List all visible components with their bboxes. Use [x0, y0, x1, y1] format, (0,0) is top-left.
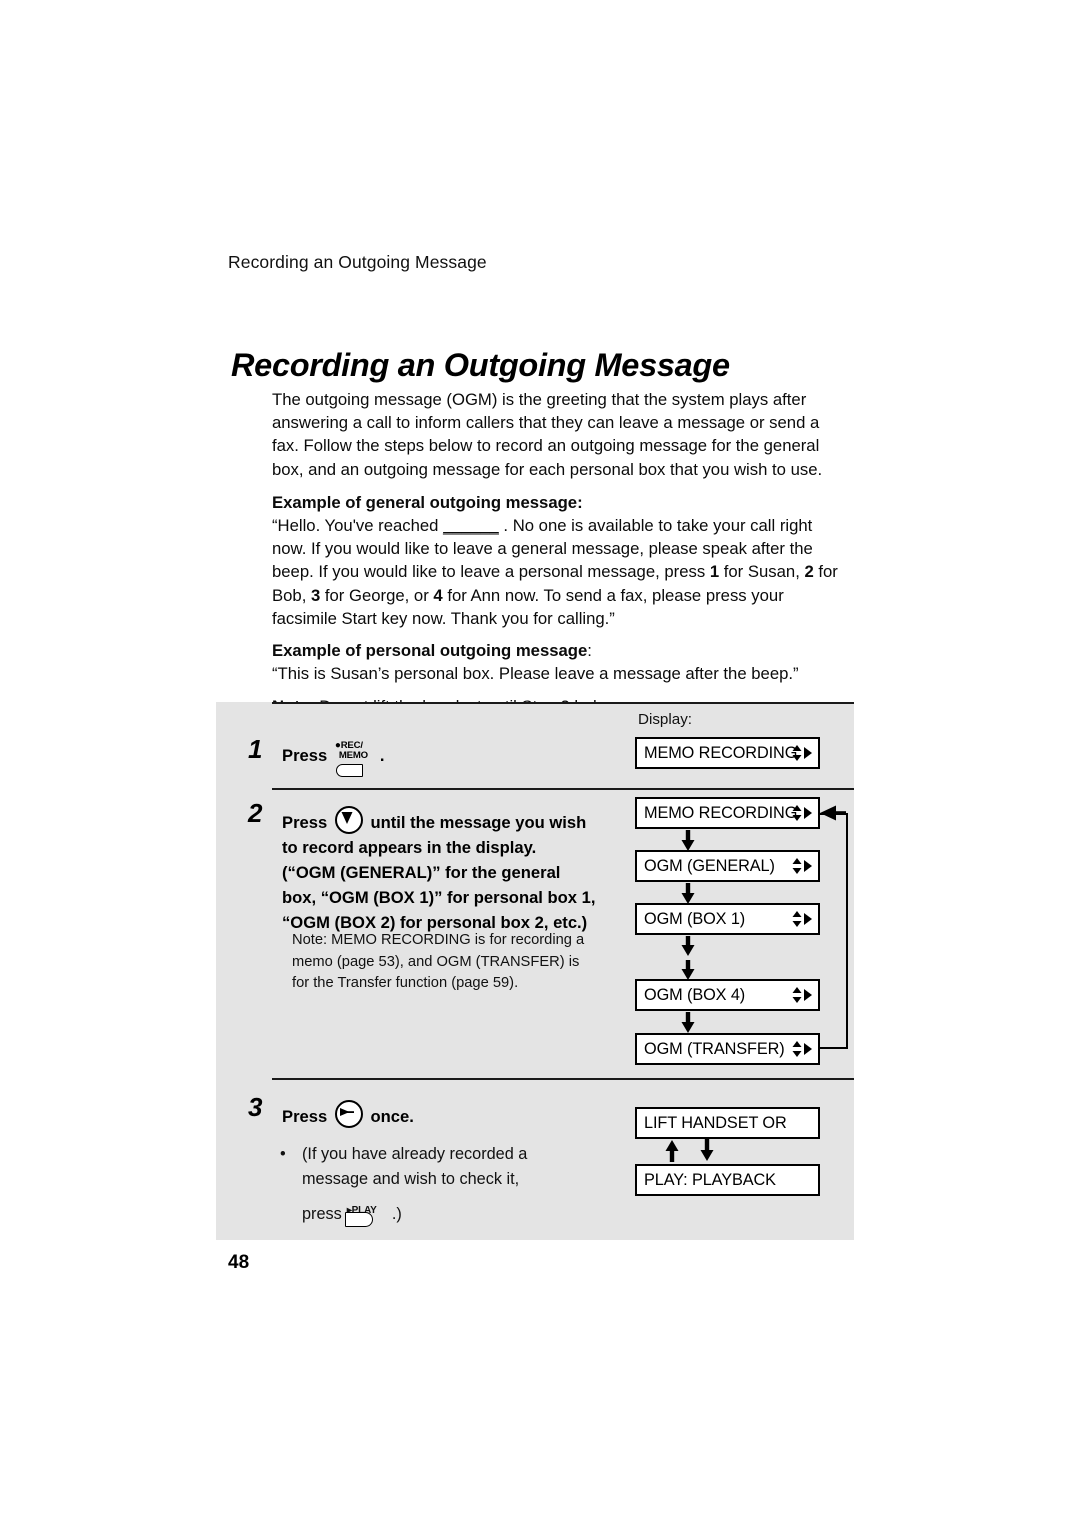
manual-page: Recording an Outgoing Message Recording …	[0, 0, 1080, 1528]
step-3-press-word: press	[302, 1205, 342, 1223]
flow-arrow-down-playback	[699, 1139, 715, 1161]
updown-right-indicator-icon	[791, 743, 813, 763]
gex-t3: for Susan,	[719, 562, 805, 582]
step-3-bullet-block: • (If you have already recorded a messag…	[280, 1142, 580, 1233]
step-3-bullet-line2: message and wish to check it,	[302, 1170, 520, 1188]
gex-key-2: 2	[804, 562, 814, 582]
gex-key-4: 4	[433, 585, 443, 605]
updown-right-indicator-icon	[791, 803, 813, 823]
display-chain-ogm-general: OGM (GENERAL)	[635, 850, 820, 882]
step-2-line3: (“OGM (GENERAL)” for the general	[282, 863, 561, 882]
rec-memo-key-shape	[335, 764, 363, 777]
personal-example-text: “This is Susan’s personal box. Please le…	[272, 664, 799, 684]
panel-divider-top	[272, 702, 854, 704]
display-lift-handset: LIFT HANDSET OR	[635, 1107, 820, 1139]
page-title: Recording an Outgoing Message	[231, 346, 730, 383]
general-example-text: “Hello. You've reached ______ . No one i…	[272, 514, 850, 630]
step-3-press-label: Press	[282, 1107, 328, 1126]
updown-right-indicator-icon	[791, 909, 813, 929]
display-chain-ogm-transfer: OGM (TRANSFER)	[635, 1033, 820, 1065]
flow-arrow-down-4	[680, 1012, 696, 1034]
intro-paragraph: The outgoing message (OGM) is the greeti…	[272, 390, 823, 479]
updown-right-indicator-icon	[791, 1039, 813, 1059]
step-1-trailing: .	[379, 746, 385, 765]
flow-arrow-up-playback	[664, 1139, 680, 1162]
gex-blank: ______	[443, 516, 499, 536]
body-copy: The outgoing message (OGM) is the greeti…	[272, 388, 850, 719]
display-chain-ogm-box1: OGM (BOX 1)	[635, 903, 820, 935]
rec-memo-key-label: ●REC/MEMO	[335, 740, 368, 762]
display-text: OGM (BOX 1)	[644, 909, 746, 928]
gex-t1: “Hello. You've reached	[272, 516, 444, 536]
procedure-panel: 1 Press ●REC/MEMO . 2 Press until the me…	[216, 702, 854, 1240]
display-play-playback: PLAY: PLAYBACK	[635, 1164, 820, 1196]
flow-arrow-down-2	[680, 883, 696, 905]
general-example-heading: Example of general outgoing message:	[272, 492, 583, 512]
flow-arrow-down-3a	[680, 936, 696, 958]
panel-divider-step1-step2	[272, 788, 854, 790]
step-2-note-line2: memo (page 53), and OGM (TRANSFER) is	[292, 953, 580, 970]
step-2-note-line3: for the Transfer function (page 59).	[292, 975, 519, 991]
step-2-number: 2	[248, 798, 263, 828]
step-1-text: Press ●REC/MEMO .	[282, 740, 385, 777]
step-3-text: Press once.	[282, 1100, 414, 1129]
step-1-press-label: Press	[282, 746, 328, 765]
play-key-icon[interactable]: ▸PLAY	[343, 1201, 391, 1233]
personal-example-heading: Example of personal outgoing message:	[272, 639, 850, 662]
gex-key-1: 1	[709, 562, 720, 582]
step-2-note: Note: MEMO RECORDING is for recording a …	[292, 930, 622, 995]
bullet-point-icon: •	[280, 1145, 286, 1163]
loop-connector-line	[820, 813, 848, 1049]
updown-right-indicator-icon	[791, 985, 813, 1005]
gex-key-3: 3	[310, 585, 321, 605]
display-text: OGM (TRANSFER)	[644, 1039, 785, 1058]
display-text: LIFT HANDSET OR	[644, 1113, 787, 1132]
display-text: MEMO RECORDING	[644, 803, 798, 822]
panel-divider-step2-step3	[272, 1078, 854, 1080]
display-chain-ogm-box4: OGM (BOX 4)	[635, 979, 820, 1011]
start-right-arrow-key-icon[interactable]	[334, 1100, 363, 1128]
step-2-press-label: Press	[282, 813, 328, 832]
step-2-line2: to record appears in the display.	[282, 838, 537, 857]
display-text: PLAY: PLAYBACK	[644, 1170, 776, 1189]
step-3-tail: once.	[370, 1107, 414, 1126]
pex-heading-colon: :	[587, 641, 592, 661]
display-text: OGM (GENERAL)	[644, 856, 775, 875]
display-text: OGM (BOX 4)	[644, 985, 746, 1004]
updown-right-indicator-icon	[791, 856, 813, 876]
step-2-line1-tail: until the message you wish	[370, 813, 587, 832]
play-key-shape	[344, 1212, 373, 1227]
running-header: Recording an Outgoing Message	[228, 252, 487, 272]
display-chain-memo-recording: MEMO RECORDING	[635, 797, 820, 829]
page-number: 48	[228, 1252, 250, 1273]
rec-label-line2: MEMO	[338, 750, 368, 762]
display-text: MEMO RECORDING	[644, 743, 798, 762]
display-column-label: Display:	[638, 711, 693, 728]
display-step1-memo-recording: MEMO RECORDING	[635, 737, 820, 769]
rec-memo-key-icon[interactable]: ●REC/MEMO	[333, 740, 379, 777]
step-2-text: Press until the message you wish to reco…	[282, 806, 612, 935]
step-1-number: 1	[248, 734, 263, 764]
gex-t5: for George, or	[320, 585, 434, 605]
loop-arrowhead-icon	[820, 804, 846, 822]
step-3-bullet-line1: (If you have already recorded a	[302, 1145, 528, 1163]
step-2-line4: box, “OGM (BOX 1)” for personal box 1,	[282, 888, 596, 907]
step-2-note-line1: Note: MEMO RECORDING is for recording a	[292, 932, 585, 948]
step-3-number: 3	[248, 1092, 263, 1122]
down-arrow-key-icon[interactable]	[334, 806, 363, 834]
pex-heading-bold: Example of personal outgoing message	[272, 641, 588, 661]
step-3-bullet-trailing: .)	[391, 1205, 402, 1223]
flow-arrow-down-1	[680, 830, 696, 852]
